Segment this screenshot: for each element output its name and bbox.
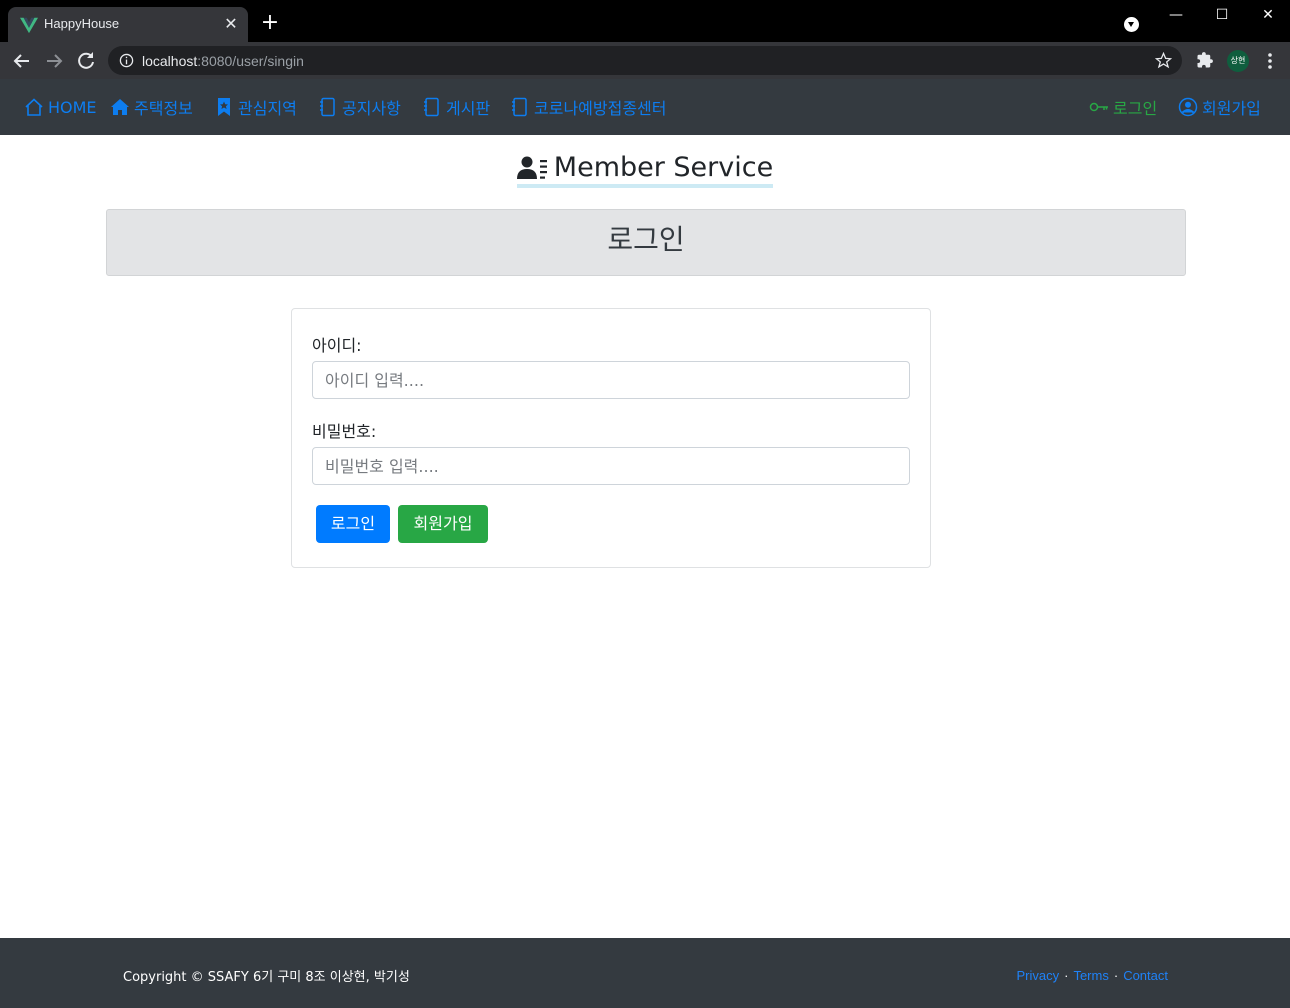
nav-signup-label: 회원가입 — [1202, 99, 1261, 118]
maximize-button[interactable]: ☐ — [1207, 4, 1237, 26]
profile-menu-icon[interactable] — [1124, 17, 1139, 32]
page-title-text: Member Service — [553, 152, 774, 183]
browser-tab[interactable]: HappyHouse ✕ — [8, 7, 248, 42]
reload-icon[interactable] — [74, 49, 98, 73]
nav-home-label: HOME — [48, 97, 97, 117]
nav-vaccine-center-label: 코로나예방접종센터 — [534, 99, 667, 118]
nav-house-info[interactable]: 주택정보 — [110, 96, 193, 118]
star-icon[interactable] — [1155, 52, 1172, 69]
id-label: 아이디: — [312, 336, 362, 355]
footer-separator: · — [1113, 968, 1119, 983]
site-footer: Copyright © SSAFY 6기 구미 8조 이상현, 박기성 Priv… — [0, 938, 1290, 1008]
footer-link-contact[interactable]: Contact — [1123, 968, 1168, 983]
url-text: localhost:8080/user/singin — [142, 53, 304, 69]
close-window-button[interactable]: ✕ — [1253, 4, 1283, 26]
page-title: Member Service — [0, 152, 1290, 188]
nav-interest-area[interactable]: 관심지역 — [214, 96, 297, 118]
footer-link-terms[interactable]: Terms — [1073, 968, 1108, 983]
login-form-card: 아이디: 비밀번호: 로그인 회원가입 — [291, 308, 931, 568]
tab-close-icon[interactable]: ✕ — [222, 15, 240, 33]
journal-icon — [320, 97, 335, 117]
vue-logo-icon — [20, 17, 38, 34]
nav-vaccine-center[interactable]: 코로나예방접종센터 — [510, 96, 666, 118]
nav-notice[interactable]: 공지사항 — [318, 96, 401, 118]
nav-notice-label: 공지사항 — [342, 99, 401, 118]
nav-board-label: 게시판 — [446, 99, 491, 118]
login-button[interactable]: 로그인 — [316, 505, 390, 543]
login-jumbotron: 로그인 — [106, 209, 1186, 276]
bookmark-icon — [218, 98, 230, 116]
nav-home[interactable]: HOME — [24, 96, 97, 118]
profile-avatar[interactable]: 상현 — [1227, 50, 1249, 72]
minimize-button[interactable]: — — [1161, 4, 1191, 26]
new-tab-button[interactable]: + — [259, 12, 281, 35]
password-label: 비밀번호: — [312, 422, 377, 441]
kebab-menu-icon[interactable] — [1263, 51, 1277, 71]
browser-toolbar: localhost:8080/user/singin 상현 — [0, 42, 1290, 79]
tab-title: HappyHouse — [44, 16, 120, 31]
person-circle-icon — [1178, 97, 1198, 117]
extensions-icon[interactable] — [1196, 51, 1214, 69]
site-navbar: HOME 주택정보 관심지역 공지사항 게시판 코로나예방접종센터 로그인 회원… — [0, 79, 1290, 135]
id-input[interactable] — [312, 361, 910, 399]
nav-login-label: 로그인 — [1113, 99, 1158, 118]
footer-links: Privacy · Terms · Contact — [1016, 968, 1168, 983]
house-outline-icon — [25, 98, 43, 116]
password-input[interactable] — [312, 447, 910, 485]
nav-signup[interactable]: 회원가입 — [1178, 96, 1261, 118]
nav-house-info-label: 주택정보 — [134, 99, 193, 118]
copyright-text: Copyright © SSAFY 6기 구미 8조 이상현, 박기성 — [123, 970, 410, 985]
journal-icon — [512, 97, 527, 117]
house-fill-icon — [111, 99, 129, 115]
forward-arrow-icon[interactable] — [42, 49, 66, 73]
person-lines-icon — [516, 156, 547, 179]
nav-interest-area-label: 관심지역 — [238, 99, 297, 118]
info-icon[interactable] — [119, 53, 134, 68]
nav-board[interactable]: 게시판 — [422, 96, 490, 118]
journal-icon — [424, 97, 439, 117]
key-icon — [1089, 102, 1108, 112]
footer-link-privacy[interactable]: Privacy — [1016, 968, 1059, 983]
footer-separator: · — [1064, 968, 1069, 983]
signup-button[interactable]: 회원가입 — [398, 505, 488, 543]
nav-login[interactable]: 로그인 — [1089, 96, 1157, 118]
browser-tab-bar: HappyHouse ✕ + — ☐ ✕ — [0, 0, 1290, 42]
address-bar[interactable]: localhost:8080/user/singin — [108, 46, 1182, 75]
back-arrow-icon[interactable] — [10, 49, 34, 73]
